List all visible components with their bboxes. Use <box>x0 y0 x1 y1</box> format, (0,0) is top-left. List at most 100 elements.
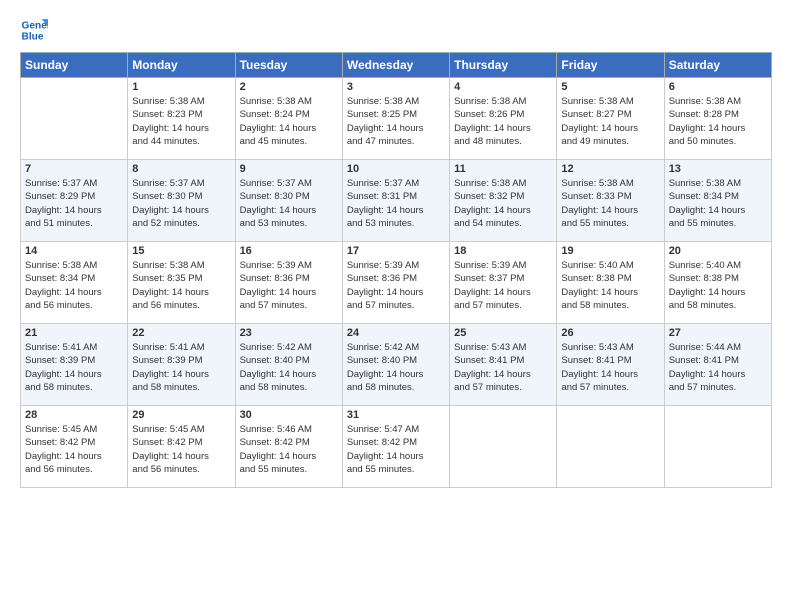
calendar-cell: 22 Sunrise: 5:41 AMSunset: 8:39 PMDayligh… <box>128 324 235 406</box>
day-number: 6 <box>669 81 767 93</box>
calendar-cell: 6 Sunrise: 5:38 AMSunset: 8:28 PMDaylight… <box>664 78 771 160</box>
calendar-cell <box>557 406 664 488</box>
day-info: Sunrise: 5:41 AMSunset: 8:39 PMDaylight:… <box>132 341 230 394</box>
day-info: Sunrise: 5:37 AMSunset: 8:30 PMDaylight:… <box>132 177 230 230</box>
day-number: 9 <box>240 163 338 175</box>
day-number: 26 <box>561 327 659 339</box>
day-number: 24 <box>347 327 445 339</box>
day-number: 5 <box>561 81 659 93</box>
calendar-cell: 1 Sunrise: 5:38 AMSunset: 8:23 PMDaylight… <box>128 78 235 160</box>
day-number: 31 <box>347 409 445 421</box>
calendar-week-row: 1 Sunrise: 5:38 AMSunset: 8:23 PMDaylight… <box>21 78 772 160</box>
day-number: 20 <box>669 245 767 257</box>
header: General Blue <box>20 16 772 44</box>
day-info: Sunrise: 5:38 AMSunset: 8:26 PMDaylight:… <box>454 95 552 148</box>
day-info: Sunrise: 5:43 AMSunset: 8:41 PMDaylight:… <box>454 341 552 394</box>
weekday-header-thursday: Thursday <box>450 53 557 78</box>
day-info: Sunrise: 5:38 AMSunset: 8:32 PMDaylight:… <box>454 177 552 230</box>
day-info: Sunrise: 5:37 AMSunset: 8:29 PMDaylight:… <box>25 177 123 230</box>
day-info: Sunrise: 5:38 AMSunset: 8:25 PMDaylight:… <box>347 95 445 148</box>
calendar-cell: 14 Sunrise: 5:38 AMSunset: 8:34 PMDayligh… <box>21 242 128 324</box>
svg-text:Blue: Blue <box>22 31 44 42</box>
day-number: 27 <box>669 327 767 339</box>
calendar-cell: 30 Sunrise: 5:46 AMSunset: 8:42 PMDayligh… <box>235 406 342 488</box>
day-number: 3 <box>347 81 445 93</box>
day-number: 1 <box>132 81 230 93</box>
day-number: 8 <box>132 163 230 175</box>
day-info: Sunrise: 5:45 AMSunset: 8:42 PMDaylight:… <box>132 423 230 476</box>
day-info: Sunrise: 5:38 AMSunset: 8:28 PMDaylight:… <box>669 95 767 148</box>
day-info: Sunrise: 5:44 AMSunset: 8:41 PMDaylight:… <box>669 341 767 394</box>
calendar-cell: 3 Sunrise: 5:38 AMSunset: 8:25 PMDaylight… <box>342 78 449 160</box>
day-number: 19 <box>561 245 659 257</box>
calendar-table: SundayMondayTuesdayWednesdayThursdayFrid… <box>20 52 772 488</box>
calendar-week-row: 7 Sunrise: 5:37 AMSunset: 8:29 PMDaylight… <box>21 160 772 242</box>
calendar-week-row: 21 Sunrise: 5:41 AMSunset: 8:39 PMDayligh… <box>21 324 772 406</box>
day-number: 18 <box>454 245 552 257</box>
calendar-cell: 29 Sunrise: 5:45 AMSunset: 8:42 PMDayligh… <box>128 406 235 488</box>
calendar-cell: 13Sunrise: 5:38 AMSunset: 8:34 PMDayligh… <box>664 160 771 242</box>
day-info: Sunrise: 5:38 AMSunset: 8:24 PMDaylight:… <box>240 95 338 148</box>
calendar-cell: 21Sunrise: 5:41 AMSunset: 8:39 PMDayligh… <box>21 324 128 406</box>
calendar-cell: 11 Sunrise: 5:38 AMSunset: 8:32 PMDayligh… <box>450 160 557 242</box>
weekday-header-wednesday: Wednesday <box>342 53 449 78</box>
day-number: 17 <box>347 245 445 257</box>
day-info: Sunrise: 5:46 AMSunset: 8:42 PMDaylight:… <box>240 423 338 476</box>
day-info: Sunrise: 5:45 AMSunset: 8:42 PMDaylight:… <box>25 423 123 476</box>
day-number: 22 <box>132 327 230 339</box>
day-number: 23 <box>240 327 338 339</box>
day-info: Sunrise: 5:38 AMSunset: 8:23 PMDaylight:… <box>132 95 230 148</box>
day-number: 12 <box>561 163 659 175</box>
calendar-cell: 10Sunrise: 5:37 AMSunset: 8:31 PMDayligh… <box>342 160 449 242</box>
day-number: 29 <box>132 409 230 421</box>
weekday-header-sunday: Sunday <box>21 53 128 78</box>
day-number: 14 <box>25 245 123 257</box>
calendar-cell: 26 Sunrise: 5:43 AMSunset: 8:41 PMDayligh… <box>557 324 664 406</box>
day-info: Sunrise: 5:47 AMSunset: 8:42 PMDaylight:… <box>347 423 445 476</box>
day-number: 21 <box>25 327 123 339</box>
day-info: Sunrise: 5:39 AMSunset: 8:36 PMDaylight:… <box>347 259 445 312</box>
day-number: 25 <box>454 327 552 339</box>
day-number: 30 <box>240 409 338 421</box>
calendar-cell: 8 Sunrise: 5:37 AMSunset: 8:30 PMDaylight… <box>128 160 235 242</box>
day-number: 2 <box>240 81 338 93</box>
day-number: 10 <box>347 163 445 175</box>
calendar-cell: 27 Sunrise: 5:44 AMSunset: 8:41 PMDayligh… <box>664 324 771 406</box>
day-info: Sunrise: 5:40 AMSunset: 8:38 PMDaylight:… <box>669 259 767 312</box>
day-info: Sunrise: 5:38 AMSunset: 8:34 PMDaylight:… <box>669 177 767 230</box>
calendar-cell: 12 Sunrise: 5:38 AMSunset: 8:33 PMDayligh… <box>557 160 664 242</box>
calendar-cell: 5 Sunrise: 5:38 AMSunset: 8:27 PMDaylight… <box>557 78 664 160</box>
calendar-cell: 17 Sunrise: 5:39 AMSunset: 8:36 PMDayligh… <box>342 242 449 324</box>
day-info: Sunrise: 5:39 AMSunset: 8:37 PMDaylight:… <box>454 259 552 312</box>
day-info: Sunrise: 5:43 AMSunset: 8:41 PMDaylight:… <box>561 341 659 394</box>
calendar-cell: 2 Sunrise: 5:38 AMSunset: 8:24 PMDaylight… <box>235 78 342 160</box>
day-info: Sunrise: 5:38 AMSunset: 8:34 PMDaylight:… <box>25 259 123 312</box>
day-info: Sunrise: 5:37 AMSunset: 8:30 PMDaylight:… <box>240 177 338 230</box>
calendar-cell: 4 Sunrise: 5:38 AMSunset: 8:26 PMDaylight… <box>450 78 557 160</box>
calendar-week-row: 14 Sunrise: 5:38 AMSunset: 8:34 PMDayligh… <box>21 242 772 324</box>
calendar-cell: 15Sunrise: 5:38 AMSunset: 8:35 PMDayligh… <box>128 242 235 324</box>
day-info: Sunrise: 5:42 AMSunset: 8:40 PMDaylight:… <box>240 341 338 394</box>
logo: General Blue <box>20 16 48 44</box>
day-number: 11 <box>454 163 552 175</box>
calendar-cell: 24Sunrise: 5:42 AMSunset: 8:40 PMDayligh… <box>342 324 449 406</box>
weekday-header-friday: Friday <box>557 53 664 78</box>
calendar-cell: 28Sunrise: 5:45 AMSunset: 8:42 PMDayligh… <box>21 406 128 488</box>
weekday-header-monday: Monday <box>128 53 235 78</box>
calendar-cell: 25 Sunrise: 5:43 AMSunset: 8:41 PMDayligh… <box>450 324 557 406</box>
calendar-cell: 16 Sunrise: 5:39 AMSunset: 8:36 PMDayligh… <box>235 242 342 324</box>
day-info: Sunrise: 5:38 AMSunset: 8:27 PMDaylight:… <box>561 95 659 148</box>
calendar-cell: 7 Sunrise: 5:37 AMSunset: 8:29 PMDaylight… <box>21 160 128 242</box>
logo-icon: General Blue <box>20 16 48 44</box>
day-info: Sunrise: 5:39 AMSunset: 8:36 PMDaylight:… <box>240 259 338 312</box>
day-number: 7 <box>25 163 123 175</box>
calendar-cell <box>664 406 771 488</box>
calendar-cell: 18 Sunrise: 5:39 AMSunset: 8:37 PMDayligh… <box>450 242 557 324</box>
page: General Blue SundayMondayTuesdayWednesda… <box>0 0 792 612</box>
day-number: 16 <box>240 245 338 257</box>
svg-text:General: General <box>22 20 48 31</box>
day-number: 15 <box>132 245 230 257</box>
day-number: 4 <box>454 81 552 93</box>
day-info: Sunrise: 5:38 AMSunset: 8:33 PMDaylight:… <box>561 177 659 230</box>
calendar-cell <box>450 406 557 488</box>
